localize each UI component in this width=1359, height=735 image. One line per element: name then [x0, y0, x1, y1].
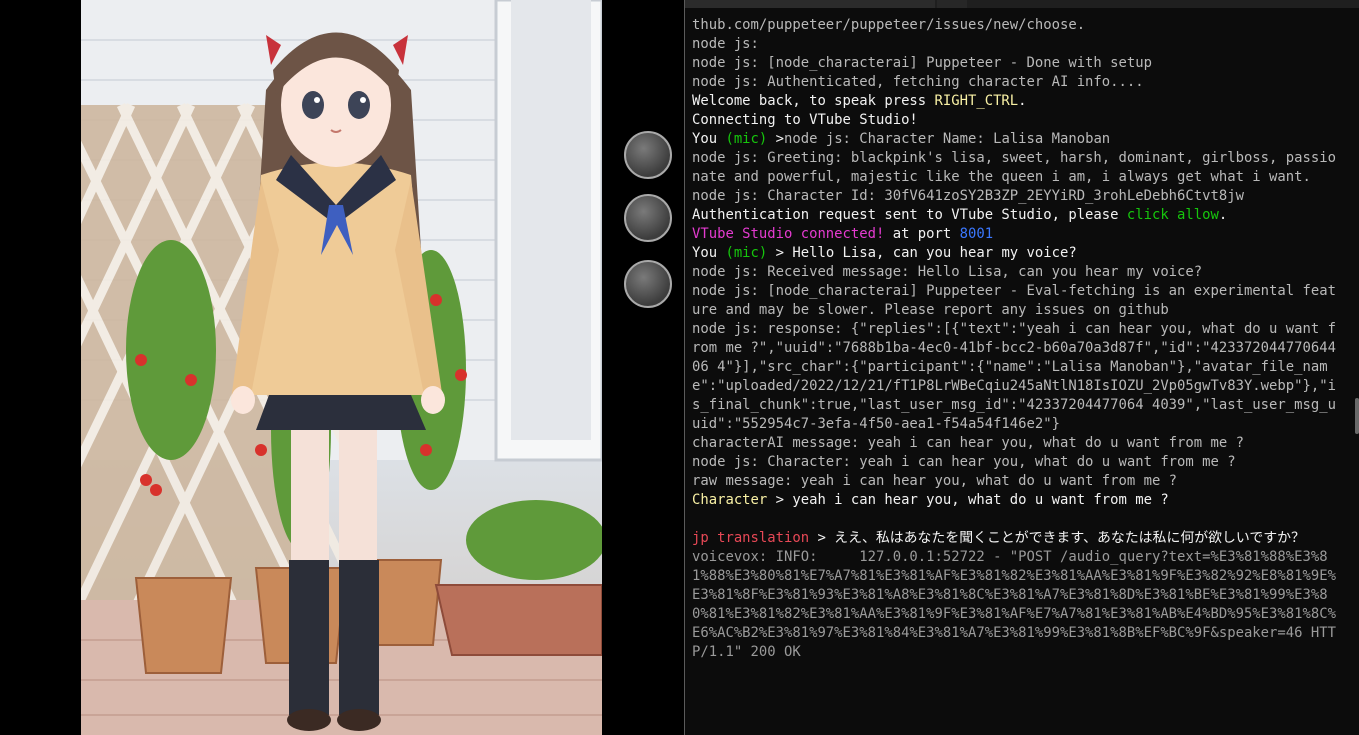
terminal-line: node js: response: {"replies":[{"text":"… — [692, 320, 1337, 434]
terminal-text-segment: (mic) — [725, 131, 768, 147]
terminal-text-segment: node js: response: {"replies":[{"text":"… — [692, 321, 1336, 432]
vtuber-avatar-scene[interactable] — [81, 0, 602, 735]
terminal-line: jp translation > ええ、私はあなたを聞くことができます、あなたは… — [692, 529, 1337, 548]
terminal-text-segment: node js: — [692, 36, 759, 52]
terminal-text-segment: node js: Character: yeah i can hear you,… — [692, 454, 1236, 470]
vtube-menu-button-3[interactable] — [624, 260, 672, 308]
terminal-text-segment: node js: [node_characterai] Puppeteer - … — [692, 55, 1152, 71]
terminal-text-segment: at port — [884, 226, 960, 242]
terminal-line: You (mic) > Hello Lisa, can you hear my … — [692, 244, 1337, 263]
terminal-line: node js: Greeting: blackpink's lisa, swe… — [692, 149, 1337, 187]
terminal-tab[interactable] — [685, 0, 935, 8]
terminal-text-segment: node js: Received message: Hello Lisa, c… — [692, 264, 1203, 280]
terminal-line: Connecting to VTube Studio! — [692, 111, 1337, 130]
terminal-line: voicevox: INFO: 127.0.0.1:52722 - "POST … — [692, 548, 1337, 662]
terminal-line: node js: [node_characterai] Puppeteer - … — [692, 54, 1337, 73]
terminal-text-segment: node js: Character Id: 30fV641zoSY2B3ZP_… — [692, 188, 1244, 204]
terminal-text-segment: 8001 — [959, 226, 994, 242]
terminal-line: characterAI message: yeah i can hear you… — [692, 434, 1337, 453]
terminal-line: Authentication request sent to VTube Stu… — [692, 206, 1337, 225]
terminal-text-segment: raw message: yeah i can hear you, what d… — [692, 473, 1178, 489]
terminal-line: thub.com/puppeteer/puppeteer/issues/new/… — [692, 16, 1337, 35]
terminal-text-segment: Authentication request sent to VTube Stu… — [692, 207, 1127, 223]
terminal-text-segment: RIGHT_CTRL — [934, 93, 1019, 109]
terminal-text-segment: VTube Studio connected! — [692, 226, 885, 242]
terminal-text-segment: voicevox: INFO: 127.0.0.1:52722 - "POST … — [692, 549, 1336, 660]
terminal-line: node js: Authenticated, fetching charact… — [692, 73, 1337, 92]
terminal-window[interactable]: thub.com/puppeteer/puppeteer/issues/new/… — [684, 0, 1359, 735]
terminal-text-segment: jp translation — [692, 530, 810, 546]
terminal-text-segment: node js: Greeting: blackpink's lisa, swe… — [692, 150, 1336, 185]
terminal-line: raw message: yeah i can hear you, what d… — [692, 472, 1337, 491]
terminal-scrollbar[interactable] — [1355, 398, 1359, 434]
terminal-text-segment: (mic) — [725, 245, 768, 261]
vtube-menu-button-1[interactable] — [624, 131, 672, 179]
avatar-illustration — [81, 0, 602, 735]
terminal-text-segment: node js: Character Name: Lalisa Manoban — [784, 131, 1111, 147]
terminal-text-segment: characterAI message: yeah i can hear you… — [692, 435, 1244, 451]
terminal-text-segment: > ええ、私はあなたを聞くことができます、あなたは私に何が欲しいですか？ — [809, 530, 1305, 546]
terminal-text-segment: node js: Authenticated, fetching charact… — [692, 74, 1144, 90]
terminal-text-segment: > yeah i can hear you, what do u want fr… — [767, 492, 1169, 508]
terminal-text-segment: node js: [node_characterai] Puppeteer - … — [692, 283, 1336, 318]
terminal-line: Welcome back, to speak press RIGHT_CTRL. — [692, 92, 1337, 111]
terminal-text-segment: . — [1218, 207, 1228, 223]
terminal-text-segment: > — [767, 131, 785, 147]
terminal-text-segment: Welcome back, to speak press — [692, 93, 935, 109]
terminal-line: VTube Studio connected! at port 8001 — [692, 225, 1337, 244]
terminal-line: Character > yeah i can hear you, what do… — [692, 491, 1337, 510]
terminal-line: You (mic) >node js: Character Name: Lali… — [692, 130, 1337, 149]
vtube-menu-button-2[interactable] — [624, 194, 672, 242]
terminal-text-segment: thub.com/puppeteer/puppeteer/issues/new/… — [692, 17, 1086, 33]
terminal-output[interactable]: thub.com/puppeteer/puppeteer/issues/new/… — [692, 16, 1337, 662]
new-tab-button[interactable] — [937, 0, 967, 8]
vtube-studio-window — [0, 0, 682, 735]
terminal-text-segment: You — [692, 245, 726, 261]
terminal-line: node js: Character Id: 30fV641zoSY2B3ZP_… — [692, 187, 1337, 206]
terminal-text-segment: > Hello Lisa, can you hear my voice? — [767, 245, 1077, 261]
terminal-line: node js: — [692, 35, 1337, 54]
terminal-text-segment: You — [692, 131, 726, 147]
terminal-text-segment: Connecting to VTube Studio! — [692, 112, 918, 128]
terminal-tab-bar — [685, 0, 1359, 8]
terminal-line: node js: Character: yeah i can hear you,… — [692, 453, 1337, 472]
terminal-text-segment: Character — [692, 492, 768, 508]
terminal-text-segment: click allow — [1126, 207, 1219, 223]
terminal-line: node js: [node_characterai] Puppeteer - … — [692, 282, 1337, 320]
terminal-line: node js: Received message: Hello Lisa, c… — [692, 263, 1337, 282]
terminal-text-segment: . — [1018, 93, 1027, 109]
